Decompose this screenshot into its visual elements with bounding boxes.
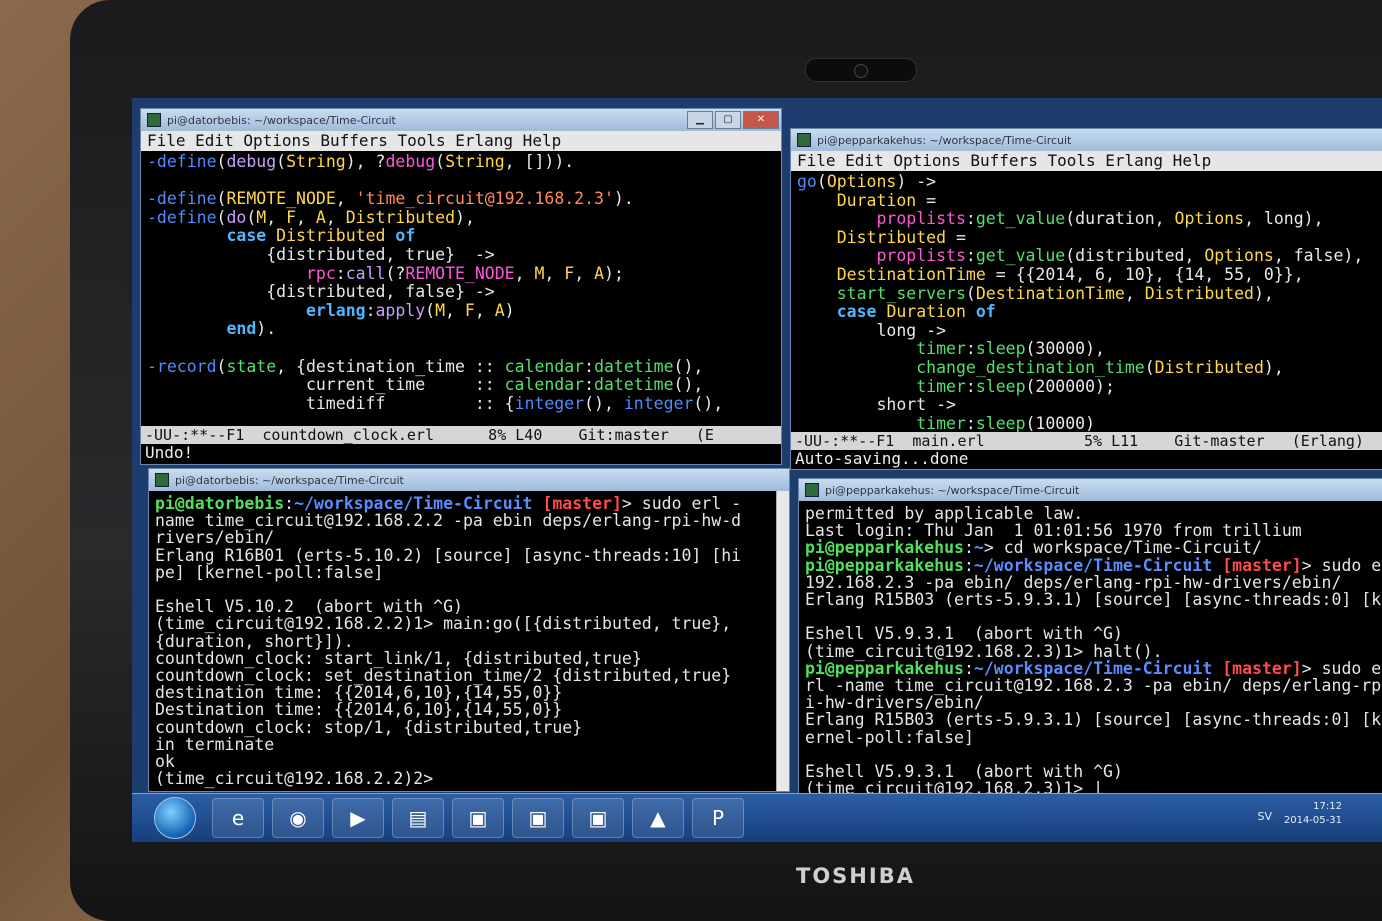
emacs-echo-area: Undo! xyxy=(145,443,194,462)
terminal-icon xyxy=(797,133,811,147)
emacs-modeline: -UU-:**--F1 main.erl 5% L11 Git-master (… xyxy=(791,432,1382,450)
clock-date: 2014-05-31 xyxy=(1283,815,1342,826)
window-titlebar[interactable]: pi@pepparkakehus: ~/workspace/Time-Circu… xyxy=(799,479,1382,501)
clock-time: 17:12 xyxy=(1313,801,1342,812)
terminal-icon[interactable]: ▣ xyxy=(572,798,624,838)
webcam xyxy=(805,58,917,82)
screen: pi@datorbebis: ~/workspace/Time-Circuit … xyxy=(132,98,1382,842)
window-titlebar[interactable]: pi@pepparkakehus: ~/workspace/Time-Circu… xyxy=(791,129,1382,151)
powerpoint-icon[interactable]: P xyxy=(692,798,744,838)
terminal-icon[interactable]: ▣ xyxy=(452,798,504,838)
emacs-window-right[interactable]: pi@pepparkakehus: ~/workspace/Time-Circu… xyxy=(790,128,1382,470)
pdf-reader-icon[interactable]: ▲ xyxy=(632,798,684,838)
terminal-icon xyxy=(155,473,169,487)
tray-clock[interactable]: 17:12 2014-05-31 xyxy=(1284,800,1342,828)
terminal-output[interactable]: permitted by applicable law. Last login:… xyxy=(799,501,1382,795)
window-title: pi@pepparkakehus: ~/workspace/Time-Circu… xyxy=(825,483,1080,497)
terminal-window-left[interactable]: pi@datorbebis: ~/workspace/Time-Circuit … xyxy=(148,468,790,792)
emacs-buffer[interactable]: go(Options) -> Duration = proplists:get_… xyxy=(791,171,1382,435)
terminal-icon xyxy=(147,113,161,127)
terminal-icon[interactable]: ▣ xyxy=(512,798,564,838)
emacs-modeline: -UU-:**--F1 countdown_clock.erl 8% L40 G… xyxy=(141,426,781,444)
tray-language[interactable]: SV xyxy=(1257,810,1272,823)
scrollbar[interactable] xyxy=(776,491,789,791)
emacs-menubar[interactable]: File Edit Options Buffers Tools Erlang H… xyxy=(141,131,781,151)
minimize-button[interactable]: ▁ xyxy=(687,111,713,129)
window-title: pi@pepparkakehus: ~/workspace/Time-Circu… xyxy=(817,133,1072,147)
window-title: pi@datorbebis: ~/workspace/Time-Circuit xyxy=(167,113,396,127)
terminal-window-right[interactable]: pi@pepparkakehus: ~/workspace/Time-Circu… xyxy=(798,478,1382,796)
emacs-echo-area: Auto-saving...done xyxy=(795,449,969,468)
emacs-menubar[interactable]: File Edit Options Buffers Tools Erlang H… xyxy=(791,151,1382,171)
brand-logo: TOSHIBA xyxy=(796,864,915,888)
internet-explorer-icon[interactable]: e xyxy=(212,798,264,838)
emacs-buffer[interactable]: -define(debug(String), ?debug(String, []… xyxy=(141,151,781,415)
chrome-icon[interactable]: ◉ xyxy=(272,798,324,838)
taskbar: e ◉ ▶ ▤ ▣ ▣ ▣ ▲ P SV 17:12 2014-05-31 xyxy=(132,793,1382,842)
media-player-icon[interactable]: ▶ xyxy=(332,798,384,838)
terminal-icon xyxy=(805,483,819,497)
start-button[interactable] xyxy=(154,797,196,839)
terminal-output[interactable]: pi@datorbebis:~/workspace/Time-Circuit [… xyxy=(149,491,789,791)
window-title: pi@datorbebis: ~/workspace/Time-Circuit xyxy=(175,473,404,487)
emacs-window-left[interactable]: pi@datorbebis: ~/workspace/Time-Circuit … xyxy=(140,108,782,465)
webcam-lens xyxy=(854,64,868,78)
folder-icon[interactable]: ▤ xyxy=(392,798,444,838)
close-button[interactable]: ✕ xyxy=(743,111,779,129)
window-titlebar[interactable]: pi@datorbebis: ~/workspace/Time-Circuit xyxy=(149,469,789,491)
maximize-button[interactable]: ▢ xyxy=(715,111,741,129)
window-titlebar[interactable]: pi@datorbebis: ~/workspace/Time-Circuit … xyxy=(141,109,781,131)
